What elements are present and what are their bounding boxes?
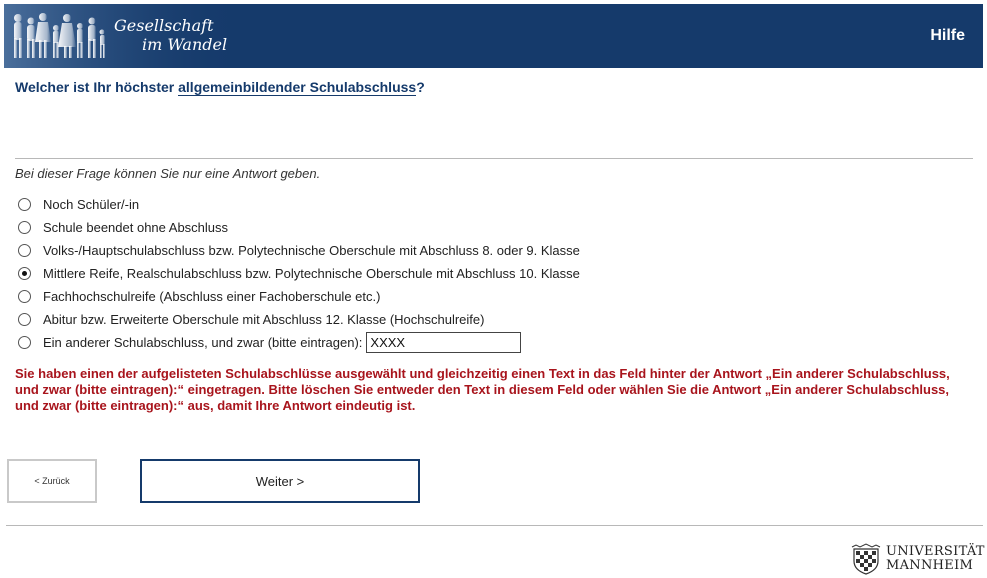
radio-button-selected[interactable] <box>18 267 31 280</box>
option-label: Noch Schüler/-in <box>43 197 140 212</box>
question-text: Welcher ist Ihr höchster allgemeinbilden… <box>15 79 425 96</box>
help-link[interactable]: Hilfe <box>930 27 965 45</box>
answer-options: Noch Schüler/-in Schule beendet ohne Abs… <box>18 193 580 354</box>
logo-line-1: Gesellschaft <box>114 16 214 35</box>
divider <box>15 158 973 159</box>
question-text-after: ? <box>416 79 425 95</box>
option-label: Volks-/Hauptschulabschluss bzw. Polytech… <box>43 243 580 258</box>
university-name-line-1: UNIVERSITÄT <box>886 544 985 559</box>
option-hauptschulabschluss[interactable]: Volks-/Hauptschulabschluss bzw. Polytech… <box>18 239 580 262</box>
radio-button[interactable] <box>18 221 31 234</box>
radio-button[interactable] <box>18 290 31 303</box>
study-logo-text: Gesellschaft im Wandel <box>114 16 227 54</box>
study-logo: Gesellschaft im Wandel <box>4 4 244 68</box>
option-label: Mittlere Reife, Realschulabschluss bzw. … <box>43 266 580 281</box>
option-abitur[interactable]: Abitur bzw. Erweiterte Oberschule mit Ab… <box>18 308 580 331</box>
back-button[interactable]: < Zurück <box>7 459 97 503</box>
question-term-link[interactable]: allgemeinbildender Schulabschluss <box>178 79 417 96</box>
logo-line-2: im Wandel <box>142 35 228 54</box>
radio-button[interactable] <box>18 244 31 257</box>
option-label: Ein anderer Schulabschluss, und zwar (bi… <box>43 335 363 350</box>
error-message: Sie haben einen der aufgelisteten Schula… <box>15 366 950 413</box>
university-name-line-2: MANNHEIM <box>886 558 974 573</box>
header-bar: Gesellschaft im Wandel Hilfe <box>4 4 983 68</box>
university-logo: UNIVERSITÄT MANNHEIM <box>850 543 984 577</box>
option-anderer-abschluss[interactable]: Ein anderer Schulabschluss, und zwar (bi… <box>18 331 580 354</box>
option-fachhochschulreife[interactable]: Fachhochschulreife (Abschluss einer Fach… <box>18 285 580 308</box>
radio-button[interactable] <box>18 198 31 211</box>
option-label: Abitur bzw. Erweiterte Oberschule mit Ab… <box>43 312 485 327</box>
next-button[interactable]: Weiter > <box>140 459 420 503</box>
other-degree-input[interactable] <box>366 332 522 353</box>
answer-instruction: Bei dieser Frage können Sie nur eine Ant… <box>15 166 321 181</box>
option-noch-schueler[interactable]: Noch Schüler/-in <box>18 193 580 216</box>
university-crest-icon <box>851 543 881 575</box>
radio-button[interactable] <box>18 336 31 349</box>
footer-divider <box>6 525 983 526</box>
university-name: UNIVERSITÄT MANNHEIM <box>886 545 985 573</box>
question-text-before: Welcher ist Ihr höchster <box>15 79 179 95</box>
option-label: Fachhochschulreife (Abschluss einer Fach… <box>43 289 381 304</box>
option-mittlere-reife[interactable]: Mittlere Reife, Realschulabschluss bzw. … <box>18 262 580 285</box>
option-ohne-abschluss[interactable]: Schule beendet ohne Abschluss <box>18 216 580 239</box>
radio-button[interactable] <box>18 313 31 326</box>
option-label: Schule beendet ohne Abschluss <box>43 220 229 235</box>
